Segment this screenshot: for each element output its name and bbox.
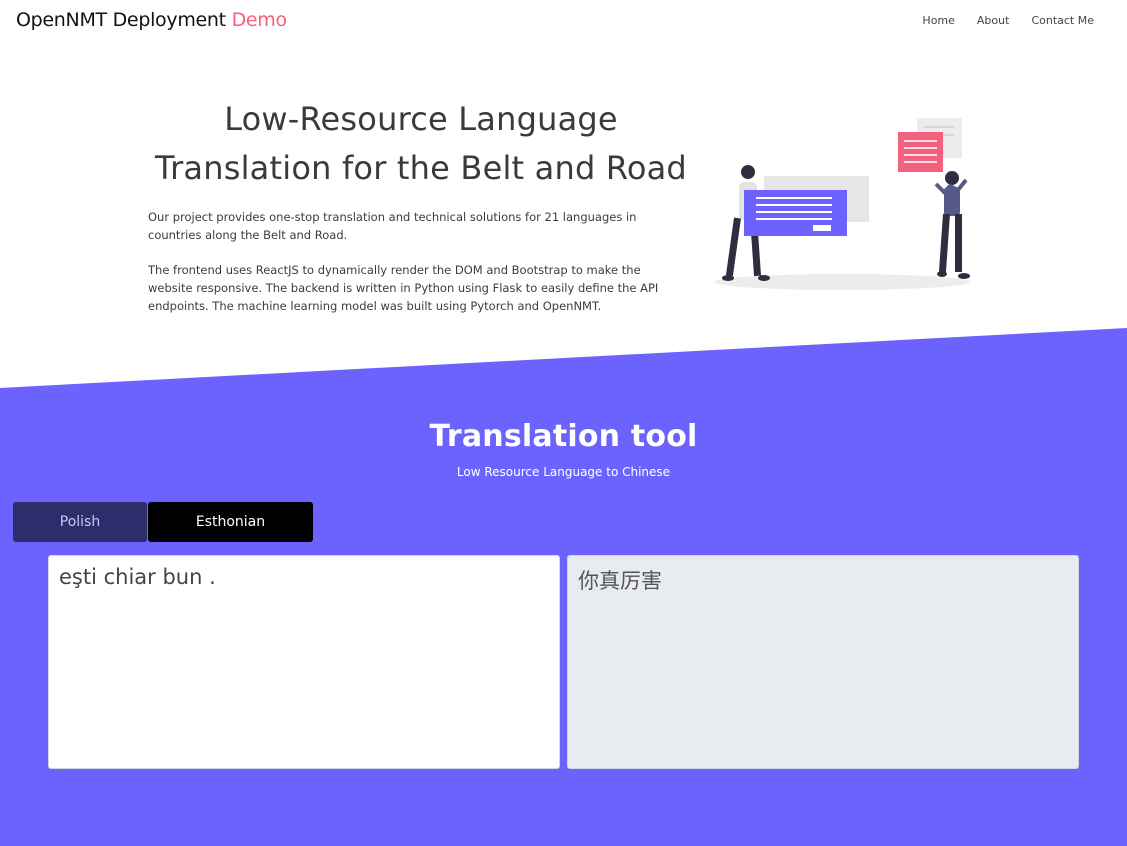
brand-accent: Demo [231, 9, 288, 31]
translation-tool-title: Translation tool [429, 419, 698, 454]
tab-esthonian[interactable]: Esthonian [148, 502, 313, 542]
hero-title-line2: Translation for the Belt and Road [155, 149, 687, 187]
hero-title: Low-Resource Language Translation for th… [140, 95, 702, 193]
source-text-input[interactable]: eşti chiar bun . [48, 555, 560, 769]
brand-name: OpenNMT Deployment [16, 9, 226, 31]
translation-tool-subtitle: Low Resource Language to Chinese [456, 465, 671, 479]
nav-links: Home About Contact Me [922, 14, 1094, 27]
hero-title-line1: Low-Resource Language [224, 100, 618, 138]
hero-paragraph-2: The frontend uses ReactJS to dynamically… [148, 263, 659, 313]
nav-contact-link[interactable]: Contact Me [1031, 14, 1094, 27]
navbar: OpenNMT Deployment Demo Home About Conta… [0, 0, 1127, 42]
brand-logo[interactable]: OpenNMT Deployment Demo [16, 9, 287, 31]
hero-paragraph-1: Our project provides one-stop translatio… [148, 210, 637, 242]
tab-polish[interactable]: Polish [13, 502, 147, 542]
nav-home-link[interactable]: Home [922, 14, 954, 27]
nav-about-link[interactable]: About [977, 14, 1010, 27]
team-presentation-illustration [714, 118, 970, 290]
hero-description: Our project provides one-stop translatio… [148, 208, 673, 315]
translation-output: 你真厉害 [567, 555, 1079, 769]
language-tabs: Polish Esthonian [13, 502, 313, 542]
